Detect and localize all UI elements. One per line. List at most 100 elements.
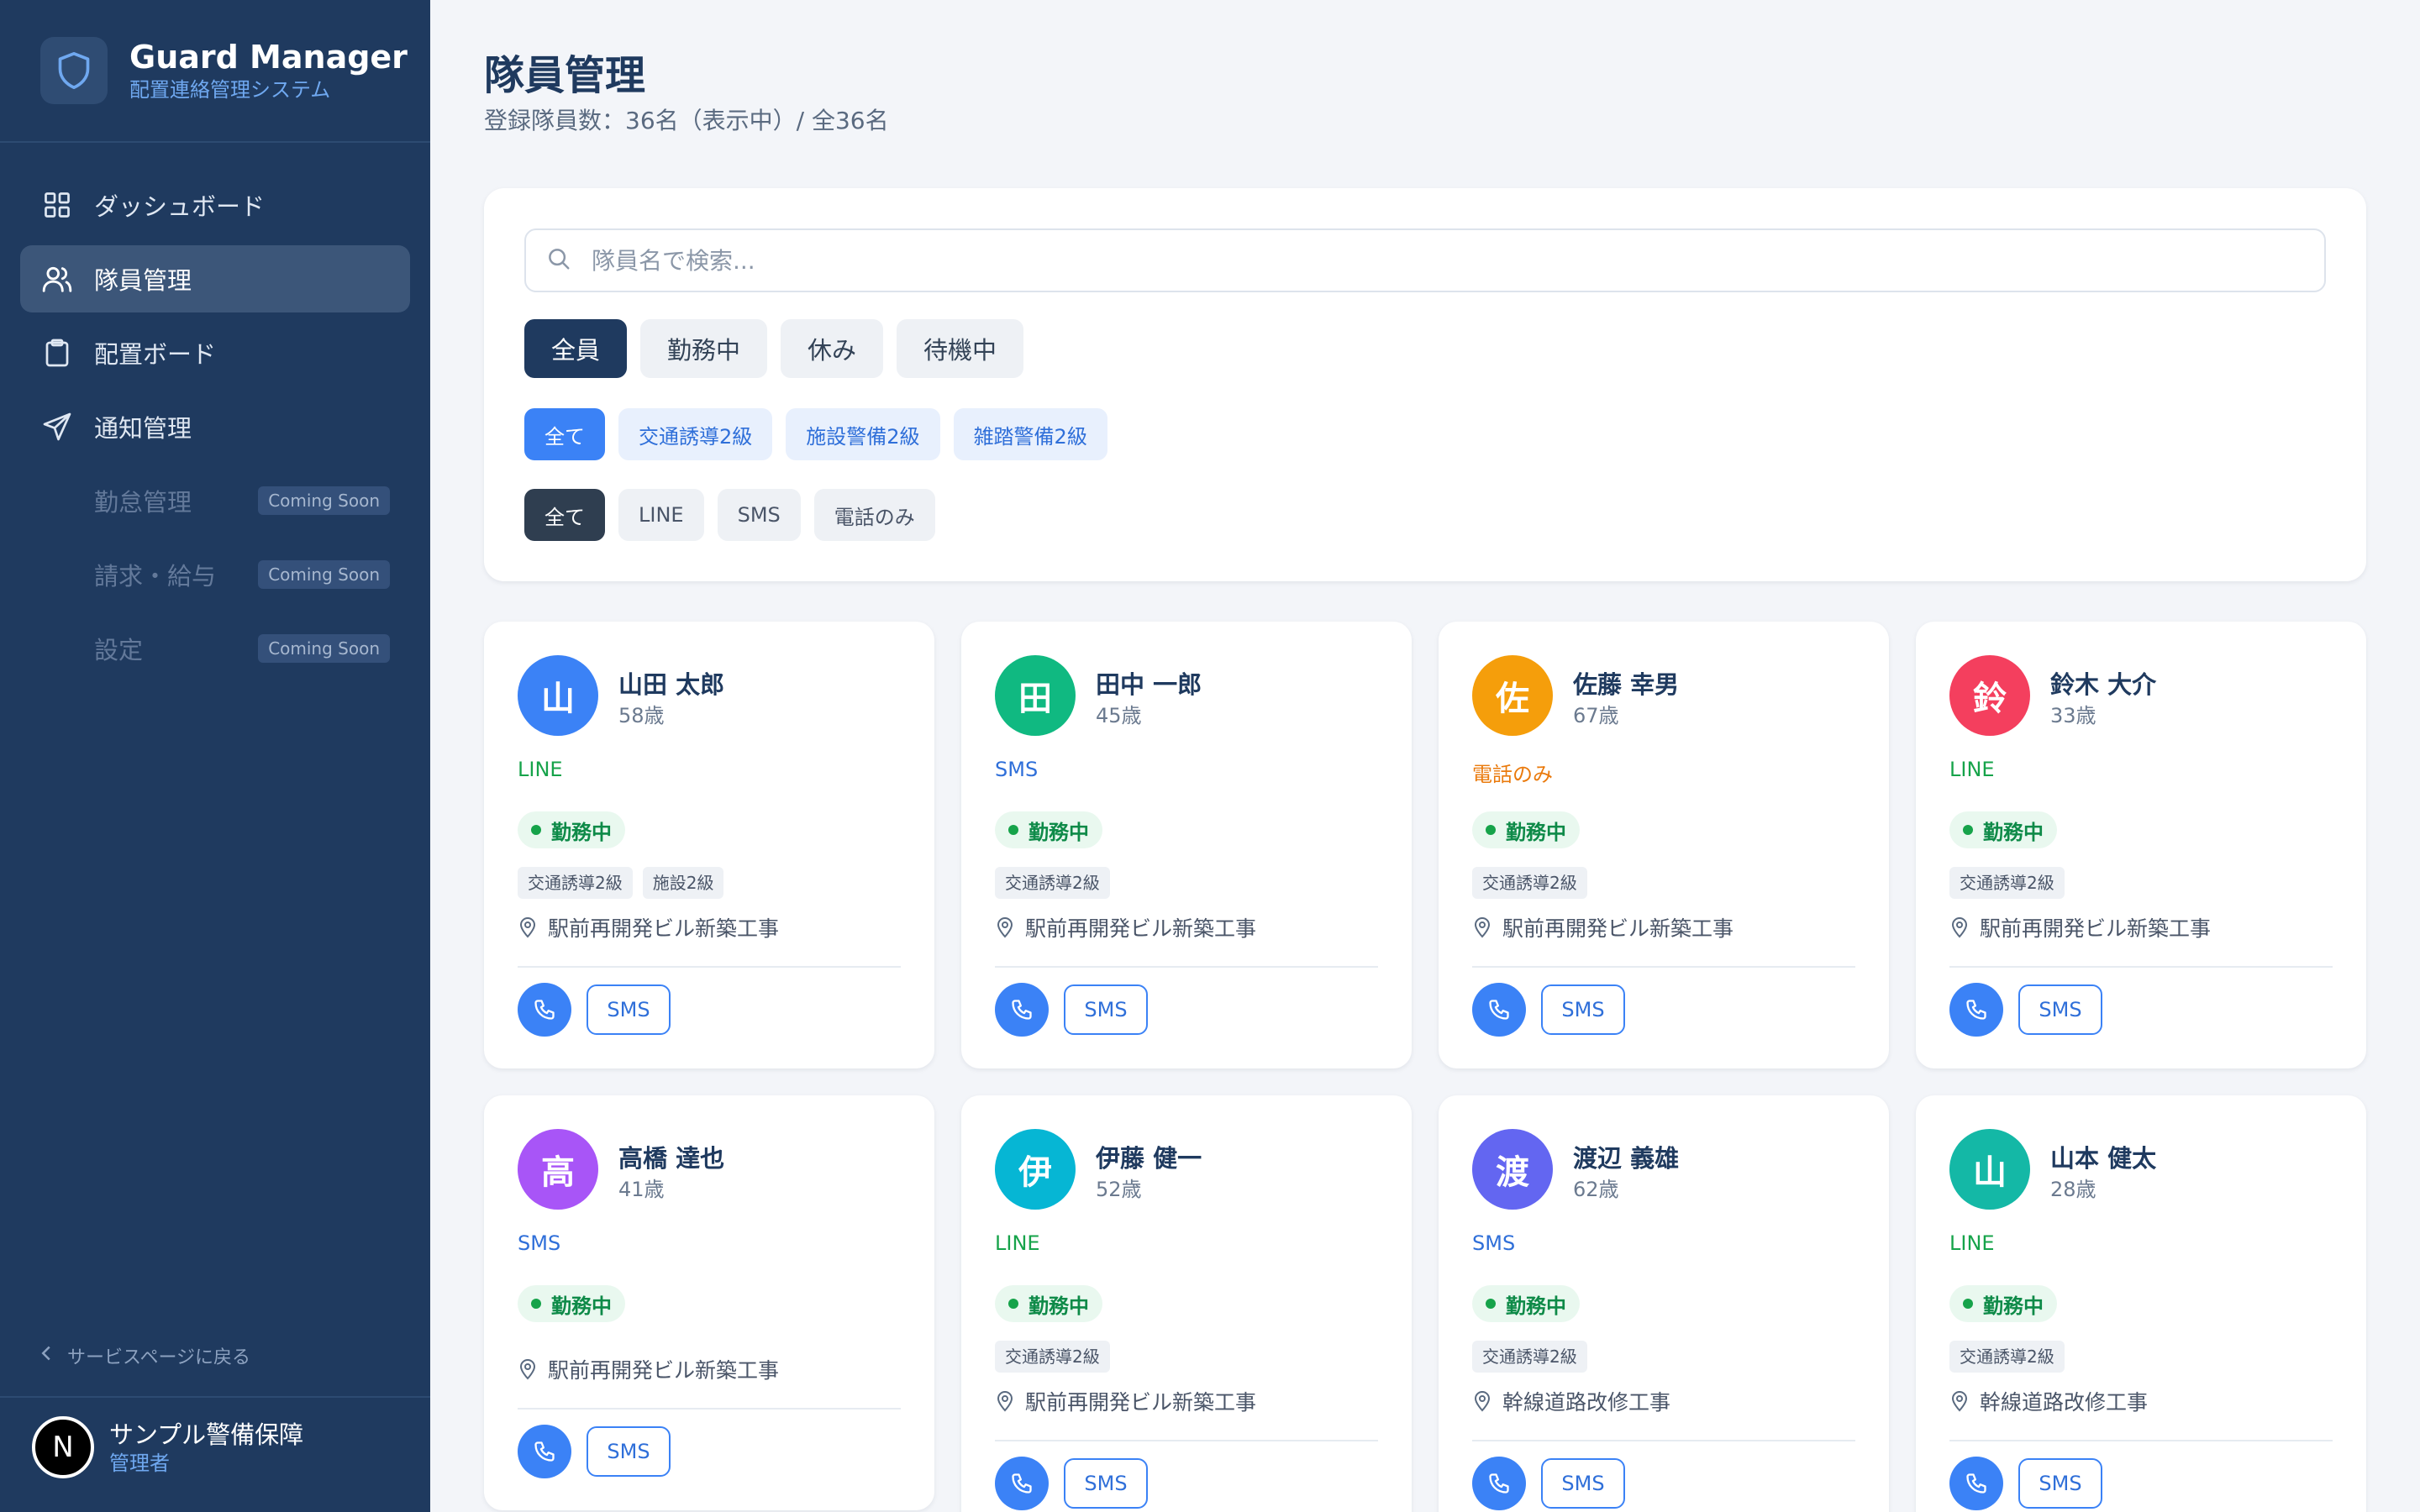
back-link-label: サービスページに戻る	[67, 1347, 251, 1368]
qualification-filter-facility[interactable]: 施設警備2級	[786, 408, 940, 460]
guard-card[interactable]: 山 山本 健太 28歳 LINE 勤務中 交通誘導2級 幹線道路改修工事 SMS	[1916, 1095, 2366, 1512]
call-button[interactable]	[518, 983, 571, 1037]
phone-icon	[534, 1000, 555, 1020]
clipboard-icon	[40, 336, 74, 370]
guard-name[interactable]: 伊藤 健一	[1096, 1139, 1202, 1174]
phone-icon	[1012, 1473, 1032, 1494]
qualification-tags: 交通誘導2級 施設2級	[518, 867, 734, 899]
back-to-service-link[interactable]: サービスページに戻る	[40, 1342, 250, 1369]
sms-button[interactable]: SMS	[1064, 984, 1148, 1035]
search-box[interactable]	[524, 228, 2326, 292]
sidebar-item-attendance: 勤怠管理 Coming Soon	[20, 467, 410, 534]
sidebar-item-placement-board[interactable]: 配置ボード	[20, 319, 410, 386]
sms-button[interactable]: SMS	[1541, 1458, 1625, 1509]
guard-card[interactable]: 高 高橋 達也 41歳 SMS 勤務中 駅前再開発ビル新築工事 SMS	[484, 1095, 934, 1510]
call-button[interactable]	[995, 1457, 1049, 1510]
divider	[1949, 1440, 2333, 1441]
call-button[interactable]	[1949, 983, 2003, 1037]
status-label: 勤務中	[551, 1294, 612, 1318]
user-role: 管理者	[109, 1452, 170, 1475]
sidebar-item-notifications[interactable]: 通知管理	[20, 393, 410, 460]
sms-button[interactable]: SMS	[587, 984, 671, 1035]
qualification-filter: 全て 交通誘導2級 施設警備2級 雑踏警備2級	[524, 408, 1121, 460]
status-dot-icon	[531, 825, 541, 835]
qualification-filter-traffic[interactable]: 交通誘導2級	[618, 408, 773, 460]
sidebar-item-dashboard[interactable]: ダッシュボード	[20, 171, 410, 239]
card-actions: SMS	[1949, 1457, 2102, 1510]
sidebar-item-guards[interactable]: 隊員管理	[20, 245, 410, 312]
avatar: 山	[518, 655, 598, 736]
sidebar-item-label: 設定	[94, 636, 144, 664]
qualification-tag: 施設2級	[642, 867, 724, 899]
qualification-tag: 交通誘導2級	[1949, 867, 2065, 899]
divider	[1472, 966, 1855, 968]
sms-button[interactable]: SMS	[587, 1426, 671, 1477]
guard-name[interactable]: 渡辺 義雄	[1573, 1139, 1679, 1174]
site-name: 駅前再開発ビル新築工事	[1980, 916, 2212, 941]
avatar: 高	[518, 1129, 598, 1210]
user-profile[interactable]: N サンプル警備保障 管理者	[32, 1416, 303, 1478]
sms-button[interactable]: SMS	[2018, 984, 2102, 1035]
call-button[interactable]	[1472, 1457, 1526, 1510]
chevron-left-icon	[40, 1345, 52, 1367]
status-dot-icon	[1486, 825, 1496, 835]
guard-name[interactable]: 鈴木 大介	[2050, 665, 2156, 701]
contact-method: SMS	[518, 1231, 561, 1255]
sidebar-item-label: 通知管理	[94, 414, 192, 443]
qualification-tag: 交通誘導2級	[518, 867, 633, 899]
site-name: 幹線道路改修工事	[1980, 1390, 2149, 1415]
sidebar-item-label: 請求・給与	[94, 562, 217, 591]
status-label: 勤務中	[1506, 820, 1566, 844]
contact-method: LINE	[1949, 1231, 1995, 1255]
page-subtitle: 登録隊員数：36名（表示中）/ 全36名	[484, 107, 889, 134]
phone-icon	[1489, 1473, 1509, 1494]
status-filter-on-duty[interactable]: 勤務中	[640, 319, 768, 378]
map-pin-icon	[518, 1358, 538, 1380]
guard-card[interactable]: 伊 伊藤 健一 52歳 LINE 勤務中 交通誘導2級 駅前再開発ビル新築工事	[961, 1095, 1412, 1512]
sms-button[interactable]: SMS	[1541, 984, 1625, 1035]
guard-card[interactable]: 鈴 鈴木 大介 33歳 LINE 勤務中 交通誘導2級 駅前再開発ビル新築工事	[1916, 622, 2366, 1068]
status-filter-off[interactable]: 休み	[781, 319, 884, 378]
guard-name[interactable]: 高橋 達也	[618, 1139, 724, 1174]
guard-age: 33歳	[2050, 704, 2096, 727]
guard-age: 52歳	[1096, 1178, 1142, 1201]
call-button[interactable]	[995, 983, 1049, 1037]
status-badge: 勤務中	[995, 1285, 1102, 1322]
coming-soon-badge: Coming Soon	[258, 634, 390, 663]
divider	[995, 1440, 1378, 1441]
users-icon	[40, 262, 74, 296]
guard-card[interactable]: 渡 渡辺 義雄 62歳 SMS 勤務中 交通誘導2級 幹線道路改修工事 SMS	[1439, 1095, 1889, 1512]
guard-card[interactable]: 田 田中 一郎 45歳 SMS 勤務中 交通誘導2級 駅前再開発ビル新築工事 S…	[961, 622, 1412, 1068]
brand[interactable]: Guard Manager 配置連絡管理システム	[40, 37, 408, 104]
sms-button[interactable]: SMS	[1064, 1458, 1148, 1509]
assigned-site: 駅前再開発ビル新築工事	[518, 1354, 779, 1384]
guard-name[interactable]: 山本 健太	[2050, 1139, 2156, 1174]
sms-button[interactable]: SMS	[2018, 1458, 2102, 1509]
phone-icon	[1489, 1000, 1509, 1020]
sidebar-item-label: ダッシュボード	[94, 192, 266, 221]
guard-name[interactable]: 山田 太郎	[618, 665, 724, 701]
qualification-tags: 交通誘導2級	[1472, 1341, 1597, 1373]
contact-filter-line[interactable]: LINE	[618, 489, 704, 541]
guard-age: 41歳	[618, 1178, 665, 1201]
qualification-filter-crowd[interactable]: 雑踏警備2級	[953, 408, 1107, 460]
status-filter-all[interactable]: 全員	[524, 319, 628, 378]
call-button[interactable]	[518, 1425, 571, 1478]
avatar: 鈴	[1949, 655, 2030, 736]
guard-name[interactable]: 田中 一郎	[1096, 665, 1202, 701]
qualification-filter-all[interactable]: 全て	[524, 408, 605, 460]
call-button[interactable]	[1472, 983, 1526, 1037]
contact-filter-phone[interactable]: 電話のみ	[813, 489, 935, 541]
status-filter-standby[interactable]: 待機中	[897, 319, 1024, 378]
contact-filter-sms[interactable]: SMS	[717, 489, 801, 541]
status-badge: 勤務中	[995, 811, 1102, 848]
guard-name[interactable]: 佐藤 幸男	[1573, 665, 1679, 701]
guard-card[interactable]: 山 山田 太郎 58歳 LINE 勤務中 交通誘導2級 施設2級 駅前再開発ビル新…	[484, 622, 934, 1068]
qualification-tag: 交通誘導2級	[995, 1341, 1110, 1373]
contact-filter-all[interactable]: 全て	[524, 489, 605, 541]
search-input[interactable]	[592, 246, 2188, 275]
card-actions: SMS	[1472, 983, 1625, 1037]
card-actions: SMS	[1472, 1457, 1625, 1510]
call-button[interactable]	[1949, 1457, 2003, 1510]
guard-card[interactable]: 佐 佐藤 幸男 67歳 電話のみ 勤務中 交通誘導2級 駅前再開発ビル新築工事	[1439, 622, 1889, 1068]
